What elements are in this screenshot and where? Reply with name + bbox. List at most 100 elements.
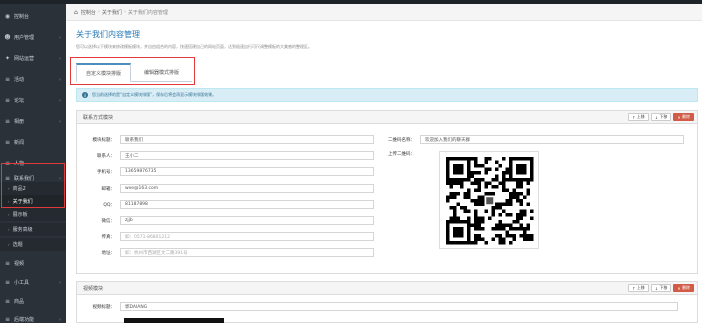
arrow-up-icon: ↑	[632, 114, 636, 120]
info-alert: i 您当前选择的是“自定义模块排版”，保存后将会再显示模块排版效果。	[76, 88, 698, 102]
dashboard-icon: ◉	[4, 13, 11, 20]
field-input[interactable]: zjjb	[120, 216, 374, 225]
list-icon: ≡	[4, 139, 11, 146]
delete-button[interactable]: ✕ 删除	[673, 284, 694, 292]
alert-text: 您当前选择的是“自定义模块排版”，保存后将会再显示模块排版效果。	[92, 92, 217, 97]
breadcrumb-separator: ›	[97, 9, 100, 15]
sidebar-item-label: 商品	[14, 299, 25, 305]
qr-code-graphic	[446, 157, 534, 245]
breadcrumb-parent[interactable]: 关于我们	[102, 9, 122, 16]
breadcrumb: ⌂ 控制台 › 关于我们 › 关于我们内容管理	[66, 4, 702, 21]
breadcrumb-current: 关于我们内容管理	[127, 9, 168, 16]
qr-title-input[interactable]: 欢迎加入我们的聊天群	[420, 135, 684, 144]
trash-icon: ✕	[677, 114, 681, 120]
sidebar-item-label: 活动	[14, 77, 25, 83]
chevron-left-icon: ‹	[59, 280, 61, 286]
panel-header: 联系方式模块 ↑ 上移 ↓ 下移 ✕ 删除	[77, 111, 697, 124]
page-description: 您可以选择以下模块来修改模板模块，并自由组合的内容，快速搭建自己的网站页面，达到…	[76, 44, 312, 49]
field-input[interactable]: 81187898	[120, 200, 374, 209]
video-title-row: 视频标题： 郭DAIANG	[84, 302, 678, 311]
contact-field-row: 微信： zjjb	[84, 216, 374, 225]
list-icon: ≡	[4, 76, 11, 83]
field-label: QQ：	[103, 202, 115, 208]
video-title-input[interactable]: 郭DAIANG	[120, 302, 678, 311]
contact-field-row: 手机号： 13659876735	[84, 167, 374, 176]
breadcrumb-separator: ›	[123, 9, 126, 15]
field-input[interactable]: wxe@163.com	[120, 184, 374, 193]
field-label: 邮箱：	[101, 186, 116, 192]
sidebar-item-a5[interactable]: ≡ 相册 ‹	[0, 111, 66, 132]
sidebar-item-label: 相册	[14, 119, 25, 125]
sidebar-item-label: 后端功能	[14, 317, 35, 323]
qr-title-label: 二维码名称：	[388, 137, 415, 143]
move-down-button[interactable]: ↓ 下移	[650, 113, 672, 121]
sidebar-item-b1[interactable]: ≡ 小工具 ‹	[0, 272, 66, 293]
panel-title: 联系方式模块	[83, 114, 114, 121]
highlight-box-tabs	[70, 57, 195, 85]
highlight-box-sidebar	[1, 163, 65, 208]
sidebar-item-label: 用户管理	[14, 35, 35, 41]
sidebar-top-strip	[0, 0, 66, 4]
field-input[interactable]: 13659876735	[120, 167, 374, 176]
contact-field-row: 传真： 如：0571-86801212	[84, 232, 374, 241]
field-label: 微信：	[101, 218, 116, 224]
chevron-right-icon: ›	[8, 227, 10, 232]
delete-button[interactable]: ✕ 删除	[673, 113, 694, 121]
cogs-icon: ✦	[4, 55, 11, 62]
sidebar-item-a3[interactable]: ≡ 活动 ‹	[0, 69, 66, 90]
move-up-label: 上移	[636, 114, 645, 119]
move-up-button[interactable]: ↑ 上移	[628, 284, 649, 292]
sidebar-item-label: 网站运营	[14, 56, 35, 62]
field-input[interactable]: 如：0571-86801212	[120, 232, 374, 241]
qr-upload-label: 上传二维码：	[388, 152, 415, 157]
sidebar-subitem-label: 选题	[12, 242, 23, 248]
field-label: 地址：	[101, 250, 116, 256]
sidebar-item-b3[interactable]: ≡ 后端功能 ‹	[0, 309, 66, 323]
sidebar-item-a2[interactable]: ✦ 网站运营 ‹	[0, 48, 66, 69]
sidebar-item-a1[interactable]: ☻ 用户管理 ‹	[0, 27, 66, 48]
chevron-right-icon: ›	[8, 242, 10, 247]
sidebar-item-label: 论坛	[14, 98, 25, 104]
field-label: 手机号：	[97, 169, 115, 175]
sidebar-item-label: 控制台	[14, 14, 30, 20]
list-icon: ≡	[4, 260, 11, 267]
sidebar-item-a6[interactable]: ≡ 新闻	[0, 132, 66, 153]
qr-code-image[interactable]	[439, 151, 539, 249]
trash-icon: ✕	[677, 285, 681, 291]
sidebar-item-a4[interactable]: ≡ 论坛 ‹	[0, 90, 66, 111]
move-up-button[interactable]: ↑ 上移	[628, 113, 649, 121]
chevron-left-icon: ‹	[59, 317, 61, 323]
sidebar-subitem-m1[interactable]: › 服务高级	[0, 223, 66, 236]
breadcrumb-home[interactable]: 控制台	[81, 9, 96, 16]
contact-field-row: QQ： 81187898	[84, 200, 374, 209]
sidebar-subitem-m0[interactable]: › 展示板	[0, 208, 66, 221]
contact-field-row: 联系人： 王小二	[84, 151, 374, 160]
chevron-left-icon: ‹	[59, 35, 61, 41]
list-icon: ≡	[4, 118, 11, 125]
list-icon: ≡	[4, 97, 11, 104]
users-icon: ☻	[4, 34, 11, 41]
qr-upload-row: 上传二维码：	[384, 151, 420, 157]
move-up-label: 上移	[636, 285, 645, 290]
field-label: 联系人：	[97, 153, 115, 159]
contact-field-row: 邮箱： wxe@163.com	[84, 184, 374, 193]
list-icon: ≡	[4, 298, 11, 305]
sidebar-item-b0[interactable]: ≡ 视频	[0, 253, 66, 274]
sidebar-item-a0[interactable]: ◉ 控制台	[0, 6, 66, 27]
sidebar-subitem-m2[interactable]: › 选题	[0, 238, 66, 251]
field-input[interactable]: 联系我们	[120, 135, 374, 144]
field-input[interactable]: 王小二	[120, 151, 374, 160]
video-thumbnail[interactable]	[124, 318, 224, 323]
move-down-button[interactable]: ↓ 下移	[650, 284, 672, 292]
delete-label: 删除	[682, 114, 690, 119]
field-label: 传真：	[101, 234, 116, 240]
sidebar-item-label: 视频	[14, 261, 25, 267]
arrow-down-icon: ↓	[654, 114, 659, 120]
video-title-label: 视频标题：	[92, 304, 116, 310]
field-label: 模块标题：	[92, 137, 116, 143]
move-down-label: 下移	[659, 114, 668, 119]
home-icon[interactable]: ⌂	[74, 9, 78, 16]
chevron-right-icon: ›	[8, 212, 10, 217]
field-input[interactable]: 如：杭州市西湖区文二路391号	[120, 248, 374, 257]
sidebar-subitem-label: 服务高级	[12, 227, 33, 233]
